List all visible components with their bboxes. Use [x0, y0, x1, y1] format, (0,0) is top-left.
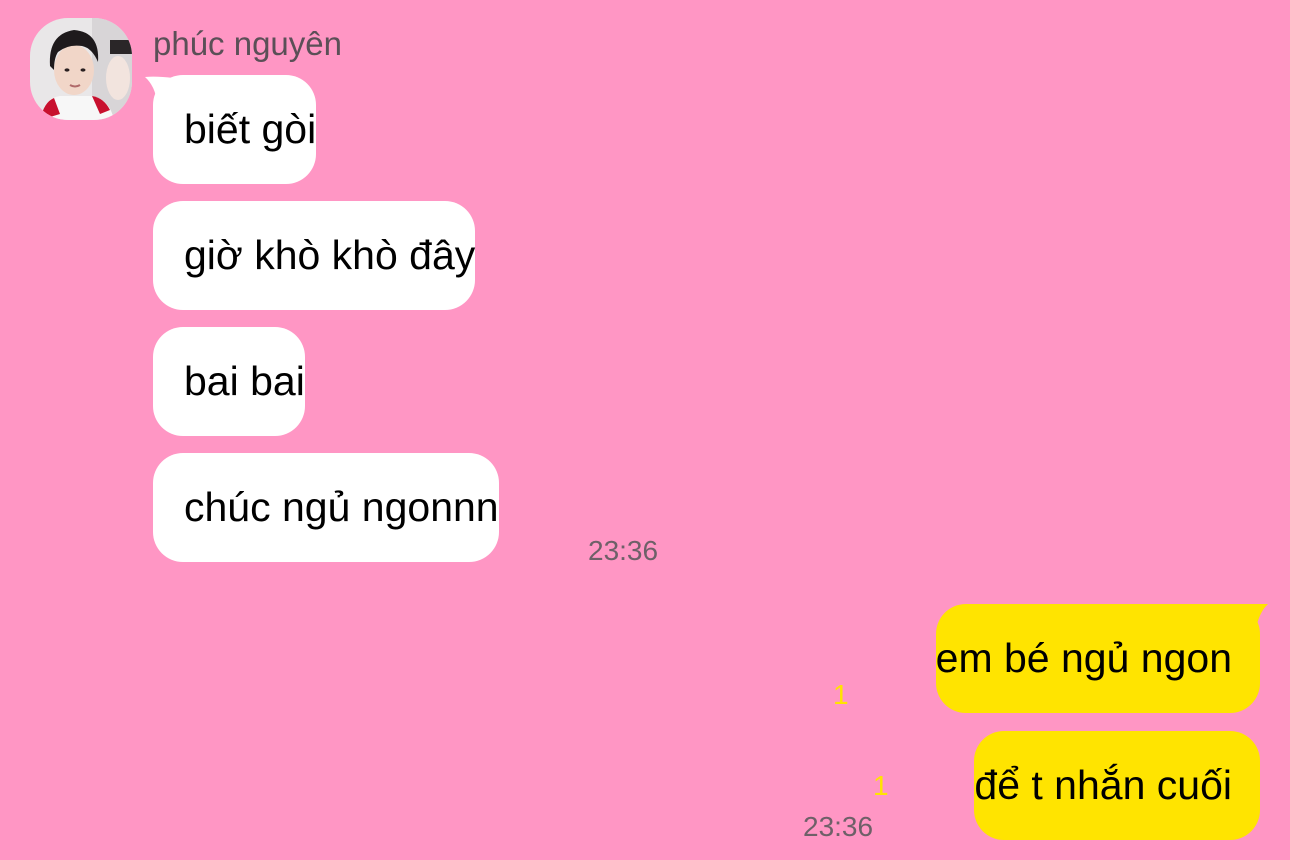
message-text: để t nhắn cuối	[974, 762, 1232, 808]
incoming-message-bubble[interactable]: bai bai	[153, 327, 305, 436]
outgoing-message-bubble[interactable]: em bé ngủ ngon	[935, 604, 1260, 713]
unread-count: 1	[873, 770, 889, 801]
message-timestamp: 23:36	[803, 811, 874, 842]
avatar-photo	[30, 18, 132, 120]
message-text: chúc ngủ ngonnn	[184, 484, 499, 530]
incoming-message-bubble[interactable]: chúc ngủ ngonnn	[153, 453, 499, 562]
message-text: em bé ngủ ngon	[935, 635, 1232, 681]
unread-count: 1	[833, 679, 849, 710]
message-timestamp: 23:36	[588, 535, 659, 566]
outgoing-message-bubble[interactable]: để t nhắn cuối	[974, 731, 1260, 840]
message-text: biết gòi	[184, 106, 317, 152]
message-text: giờ khò khò đây	[184, 232, 476, 278]
incoming-message-bubble[interactable]: giờ khò khò đây	[153, 201, 476, 310]
message-text: bai bai	[184, 358, 305, 404]
contact-avatar[interactable]	[30, 18, 132, 120]
sender-name: phúc nguyên	[153, 25, 342, 62]
incoming-message-bubble[interactable]: biết gòi	[153, 75, 317, 184]
